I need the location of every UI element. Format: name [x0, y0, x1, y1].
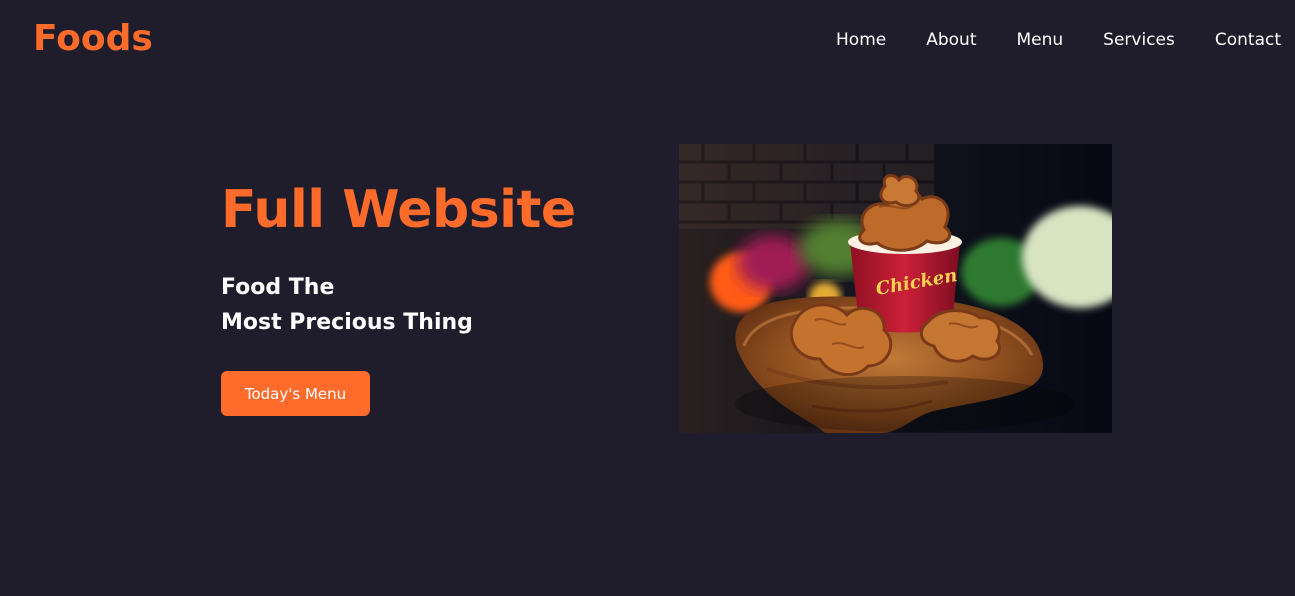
main-navigation: Home About Menu Services Contact	[836, 28, 1281, 52]
top-navbar: Foods Home About Menu Services Contact	[0, 0, 1295, 80]
hero-copy: Full Website Food The Most Precious Thin…	[221, 178, 576, 340]
hero-subtitle-line-1: Food The	[221, 275, 335, 300]
brand-logo[interactable]: Foods	[33, 16, 153, 62]
fried-chicken-image: Chicken	[679, 144, 1112, 433]
hero-subtitle-line-2: Most Precious Thing	[221, 310, 473, 335]
nav-services-link[interactable]: Services	[1103, 28, 1175, 52]
red-onion	[737, 235, 809, 291]
hero-title: Full Website	[221, 180, 576, 240]
todays-menu-button[interactable]: Today's Menu	[221, 371, 370, 416]
hero-subtitle: Food The Most Precious Thing	[221, 270, 576, 340]
nav-about-link[interactable]: About	[926, 28, 976, 52]
fried-chicken-illustration: Chicken	[679, 144, 1112, 433]
nav-contact-link[interactable]: Contact	[1215, 28, 1281, 52]
nav-home-link[interactable]: Home	[836, 28, 886, 52]
nav-menu-link[interactable]: Menu	[1016, 28, 1063, 52]
